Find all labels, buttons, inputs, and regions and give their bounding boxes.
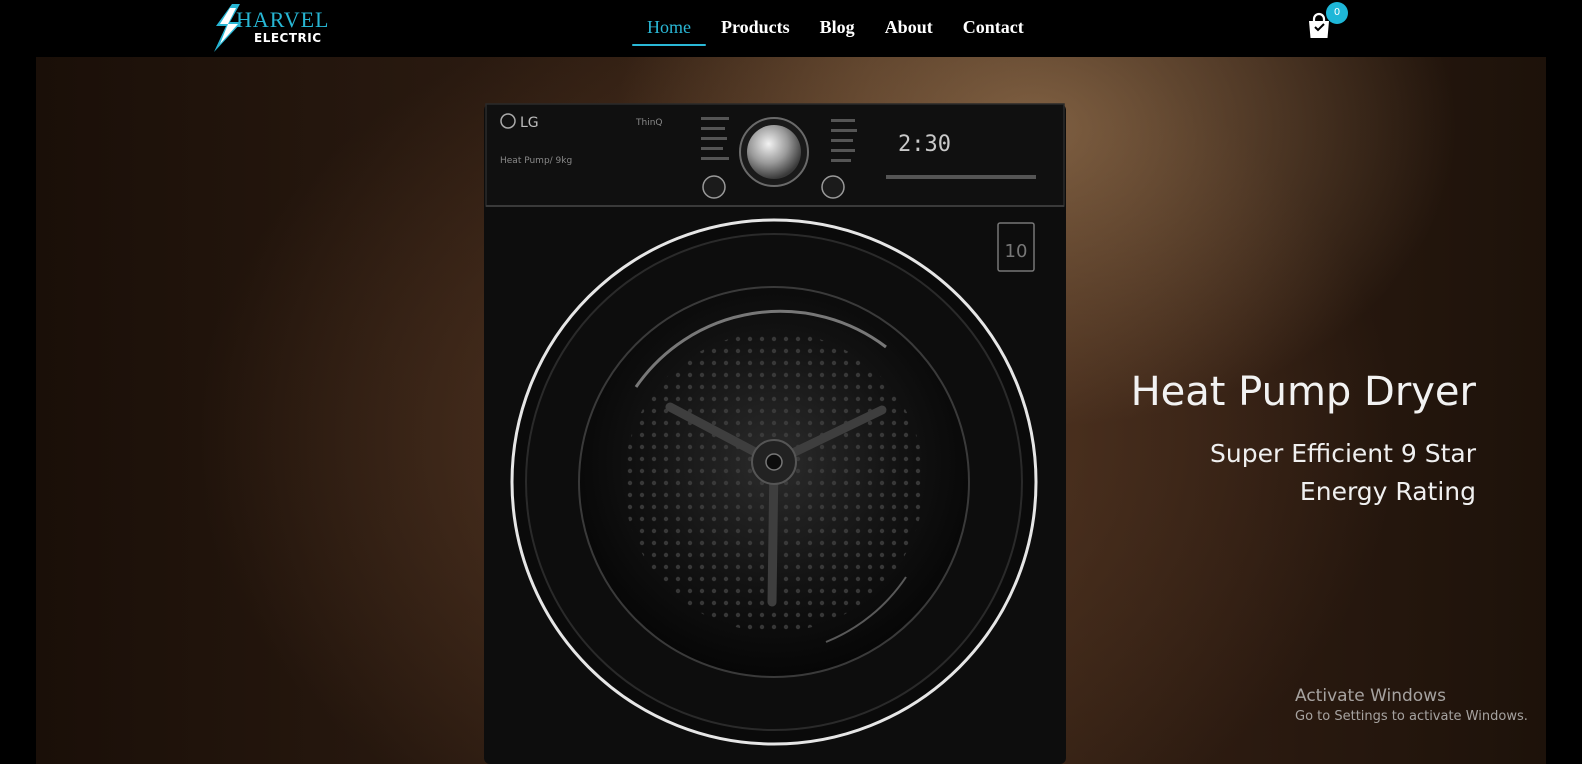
nav-blog[interactable]: Blog	[805, 0, 870, 40]
dryer-model-label: Heat Pump/ 9kg	[500, 156, 572, 166]
dryer-display-time: 2:30	[898, 132, 951, 157]
watermark-subtitle: Go to Settings to activate Windows.	[1295, 709, 1528, 724]
brand-logo[interactable]: HARVEL ELECTRIC	[208, 4, 338, 52]
hero-banner: LG ThinQ Heat Pump/ 9kg 2:30 10 Heat Pum…	[36, 57, 1546, 764]
hero-title: Heat Pump Dryer	[1130, 369, 1476, 415]
hero-subtitle: Super Efficient 9 Star Energy Rating	[1210, 439, 1476, 506]
watermark-title: Activate Windows	[1295, 686, 1446, 706]
nav-about[interactable]: About	[870, 0, 948, 40]
svg-text:10: 10	[1005, 241, 1028, 262]
windows-activation-watermark: Activate Windows Go to Settings to activ…	[1295, 685, 1528, 727]
main-nav: Home Products Blog About Contact	[632, 0, 1039, 57]
dryer-brand-label: LG	[520, 115, 539, 131]
brand-subname: ELECTRIC	[254, 31, 322, 45]
brand-name: HARVEL	[236, 7, 330, 32]
top-navbar: HARVEL ELECTRIC Home Products Blog About…	[0, 0, 1582, 57]
nav-products[interactable]: Products	[706, 0, 805, 40]
dryer-thinq-label: ThinQ	[635, 118, 663, 128]
nav-home[interactable]: Home	[632, 0, 706, 46]
cart-count-badge: 0	[1326, 2, 1348, 24]
nav-contact[interactable]: Contact	[948, 0, 1039, 40]
